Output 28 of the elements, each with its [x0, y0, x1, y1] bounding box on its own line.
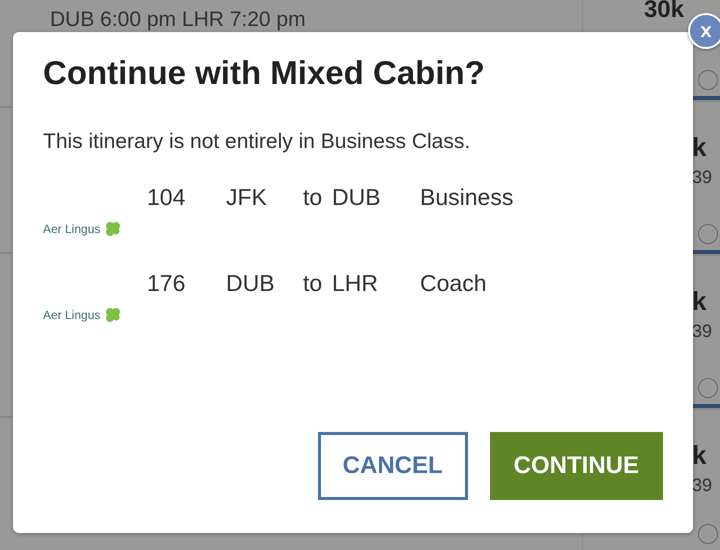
radio-button[interactable]	[698, 224, 718, 244]
route-connector: to	[303, 270, 324, 297]
cabin-class: Coach	[420, 270, 486, 297]
dialog-message: This itinerary is not entirely in Business Class.	[43, 130, 472, 154]
points-unit: k	[692, 286, 708, 317]
airline-logo-text: Aer Lingus	[43, 308, 100, 322]
flight-number: 176	[147, 270, 186, 297]
continue-button[interactable]: CONTINUE	[490, 432, 663, 500]
destination-code: LHR	[332, 270, 380, 297]
radio-button[interactable]	[698, 378, 718, 398]
cancel-button[interactable]: CANCEL	[318, 432, 468, 500]
radio-button[interactable]	[698, 70, 718, 90]
points-unit: k	[692, 440, 708, 471]
origin-code: DUB	[226, 270, 276, 297]
origin-code: JFK	[226, 184, 268, 211]
points-unit: k	[692, 132, 708, 163]
destination-code: DUB	[332, 184, 382, 211]
fare-amount: 39	[692, 321, 714, 342]
route-connector: to	[303, 184, 324, 211]
cabin-class: Business	[420, 184, 514, 211]
fare-amount: 39	[692, 167, 714, 188]
radio-button[interactable]	[698, 524, 718, 544]
airline-logo-text: Aer Lingus	[43, 222, 100, 236]
dialog-title: Continue with Mixed Cabin?	[43, 54, 486, 92]
close-button[interactable]: x	[688, 13, 720, 49]
flight-number: 104	[147, 184, 186, 211]
flight-times: DUB 6:00 pm LHR 7:20 pm	[50, 8, 306, 31]
fare-amount: 39	[692, 475, 714, 496]
